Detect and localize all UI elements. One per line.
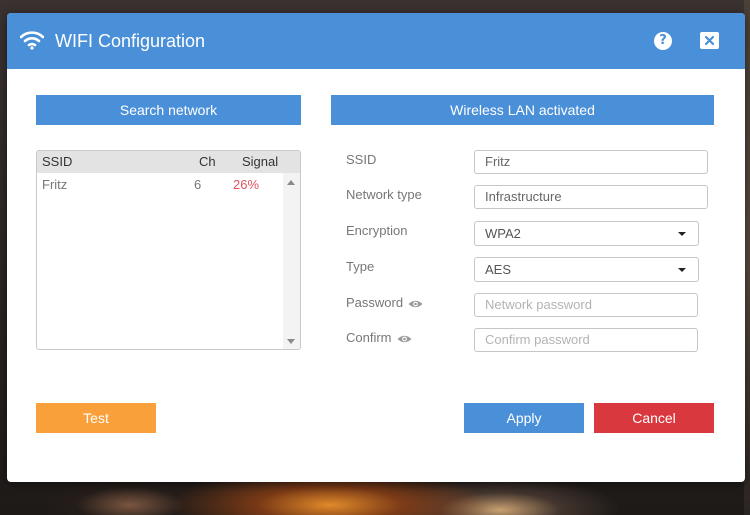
column-ssid[interactable]: SSID	[42, 151, 72, 173]
ssid-field[interactable]: Fritz	[474, 150, 708, 174]
help-icon: ?	[659, 33, 667, 48]
scroll-down-icon[interactable]	[287, 339, 295, 344]
encryption-label: Encryption	[346, 223, 408, 238]
scroll-up-icon[interactable]	[287, 180, 295, 185]
network-type-field[interactable]: Infrastructure	[474, 185, 708, 209]
type-select[interactable]: AES	[474, 257, 699, 282]
list-scrollbar[interactable]	[283, 173, 300, 349]
chevron-down-icon	[678, 268, 686, 272]
dialog-title: WIFI Configuration	[55, 31, 206, 51]
eye-icon[interactable]	[408, 299, 423, 309]
type-label: Type	[346, 259, 375, 274]
wireless-lan-header: Wireless LAN activated	[331, 95, 714, 125]
wifi-icon	[20, 31, 44, 50]
test-button[interactable]: Test	[36, 403, 156, 433]
confirm-label: Confirm	[346, 330, 392, 345]
network-list-header: SSID Ch Signal	[37, 151, 300, 173]
encryption-value: WPA2	[485, 226, 521, 241]
help-button[interactable]: ?	[654, 32, 672, 50]
column-channel[interactable]: Ch	[199, 151, 216, 173]
column-signal[interactable]: Signal	[242, 151, 278, 173]
network-channel: 6	[194, 177, 202, 192]
network-ssid: Fritz	[42, 177, 68, 192]
apply-button[interactable]: Apply	[464, 403, 584, 433]
type-value: AES	[485, 262, 512, 277]
password-label: Password	[346, 295, 404, 310]
network-signal: 26%	[233, 177, 260, 192]
chevron-down-icon	[678, 232, 686, 236]
search-network-header: Search network	[36, 95, 301, 125]
close-icon	[705, 36, 714, 45]
confirm-label-group: Confirm	[346, 329, 412, 347]
ssid-label: SSID	[346, 152, 377, 167]
close-button[interactable]	[700, 32, 719, 49]
password-label-group: Password	[346, 294, 423, 312]
dialog-titlebar: WIFI Configuration ?	[7, 13, 745, 69]
network-list[interactable]: SSID Ch Signal Fritz 6 26%	[36, 150, 301, 350]
confirm-password-input[interactable]	[474, 328, 698, 352]
encryption-select[interactable]: WPA2	[474, 221, 699, 246]
password-input[interactable]	[474, 293, 698, 317]
wifi-config-dialog: WIFI Configuration ? Search network Wire…	[7, 13, 745, 482]
list-item[interactable]: Fritz 6 26%	[37, 174, 283, 196]
cancel-button[interactable]: Cancel	[594, 403, 714, 433]
eye-icon[interactable]	[397, 334, 412, 344]
network-type-label: Network type	[346, 187, 422, 202]
